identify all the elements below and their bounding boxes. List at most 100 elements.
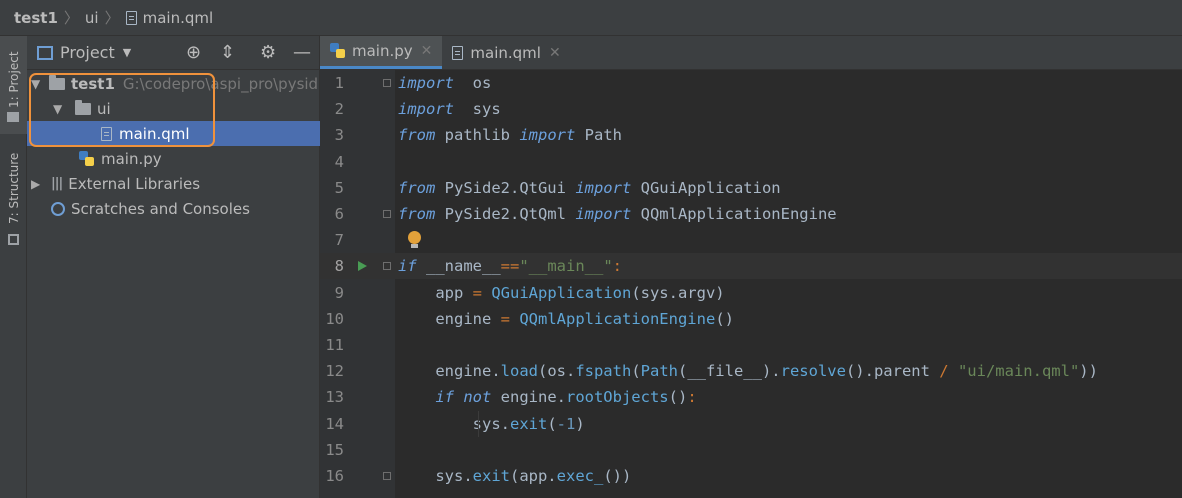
code-token: (__file__). (677, 362, 781, 381)
breadcrumb-folder[interactable]: ui (85, 9, 99, 27)
code-line[interactable]: 15 (320, 437, 1182, 463)
code-area[interactable]: 1 import os 2 import sys 3 from pathlib impor… (320, 70, 1182, 498)
code-line[interactable]: 5 from PySide2.QtGui import QGuiApplicati… (320, 175, 1182, 201)
tab-main-py[interactable]: main.py ✕ (320, 36, 443, 69)
line-number[interactable]: 2 (320, 96, 344, 122)
code-token: Path (640, 362, 678, 381)
code-text: if __name__=="__main__": (398, 253, 622, 279)
code-text: app = QGuiApplication(sys.argv) (398, 280, 724, 306)
line-number[interactable]: 12 (320, 358, 344, 384)
code-line[interactable]: 2 import sys (320, 96, 1182, 122)
python-file-icon (79, 150, 95, 167)
code-line[interactable]: 14 sys.exit(-1) (320, 411, 1182, 437)
code-text: if not engine.rootObjects(): (398, 384, 697, 410)
collapse-all-icon[interactable]: ⇕ (220, 42, 235, 64)
tree-item-external-libraries[interactable]: ▶ ||| External Libraries (27, 171, 324, 196)
python-file-icon (330, 43, 346, 59)
code-line[interactable]: 6 from PySide2.QtQml import QQmlApplicati… (320, 201, 1182, 227)
code-token: pathlib (435, 126, 520, 145)
code-token: () (668, 388, 688, 407)
code-line[interactable]: 3 from pathlib import Path (320, 122, 1182, 148)
chevron-down-icon[interactable]: ▼ (123, 46, 131, 59)
code-text: sys.exit(app.exec_()) (398, 463, 631, 489)
code-token: (app. (509, 467, 557, 485)
code-line[interactable]: 10 engine = QQmlApplicationEngine() (320, 306, 1182, 332)
code-line[interactable]: 13 if not engine.rootObjects(): (320, 384, 1182, 410)
code-line[interactable]: 4 (320, 149, 1182, 175)
breadcrumb-file[interactable]: main.qml (143, 9, 214, 27)
tree-item-label: main.py (101, 149, 162, 168)
line-number[interactable]: 9 (320, 280, 344, 306)
close-icon[interactable]: ✕ (421, 43, 433, 59)
run-icon[interactable] (358, 261, 367, 272)
code-token: : (687, 388, 697, 407)
locate-icon[interactable]: ⊕ (186, 42, 201, 64)
code-token: __name__ (416, 257, 501, 276)
line-number[interactable]: 1 (320, 70, 344, 96)
fold-icon[interactable] (383, 472, 391, 480)
tab-main-qml[interactable]: main.qml ✕ (442, 36, 570, 69)
code-line[interactable]: 12 engine.load(os.fspath(Path(__file__).… (320, 358, 1182, 384)
gear-icon[interactable]: ⚙ (260, 42, 276, 64)
structure-tool-tab[interactable]: 7: Structure (0, 144, 27, 254)
structure-tool-tab-label: 7: Structure (7, 152, 21, 224)
fold-icon[interactable] (383, 79, 391, 87)
code-token: "__main__" (519, 257, 613, 276)
project-panel-title[interactable]: Project (60, 43, 115, 62)
code-token: load (500, 362, 538, 381)
line-number[interactable]: 3 (320, 122, 344, 148)
code-line[interactable]: 11 (320, 332, 1182, 358)
code-token: QGuiApplication (631, 178, 781, 197)
collapse-arrow-icon[interactable]: ▶ (31, 177, 45, 191)
line-number[interactable]: 11 (320, 332, 344, 358)
line-number[interactable]: 4 (320, 149, 344, 175)
breadcrumb-project[interactable]: test1 (14, 9, 58, 27)
code-line[interactable]: 8 if __name__=="__main__": (320, 253, 1182, 280)
code-line[interactable]: 7 (320, 227, 1182, 253)
code-token: from (398, 205, 436, 223)
code-text: import sys (398, 96, 501, 122)
code-token: ( (631, 362, 641, 381)
library-icon: ||| (51, 176, 63, 191)
hide-icon[interactable]: — (293, 42, 311, 64)
code-token: sys (454, 100, 501, 119)
code-token: exit (472, 467, 510, 485)
code-line[interactable]: 9 app = QGuiApplication(sys.argv) (320, 280, 1182, 306)
qml-file-icon (452, 45, 464, 60)
code-editor: main.py ✕ main.qml ✕ 1 import os 2 import s… (320, 36, 1182, 498)
code-line[interactable]: 1 import os (320, 70, 1182, 96)
code-token: engine (398, 309, 501, 328)
code-token: sys. (398, 467, 473, 485)
project-tool-tab[interactable]: 1: Project (0, 36, 27, 134)
line-number[interactable]: 15 (320, 437, 344, 463)
code-token: os (454, 74, 492, 92)
code-token: import (519, 126, 576, 145)
tree-item-scratches[interactable]: Scratches and Consoles (27, 196, 344, 221)
code-token: == (500, 257, 520, 276)
line-number[interactable]: 14 (320, 411, 344, 437)
tool-window-strip: 1: Project 7: Structure (0, 36, 27, 498)
tree-item-label: Scratches and Consoles (71, 199, 250, 218)
lightbulb-icon[interactable] (408, 231, 421, 249)
fold-icon[interactable] (383, 262, 391, 271)
line-number[interactable]: 5 (320, 175, 344, 201)
highlight-annotation (29, 73, 215, 147)
tab-label: main.qml (470, 43, 541, 62)
close-icon[interactable]: ✕ (549, 45, 561, 61)
tab-label: main.py (352, 42, 413, 60)
line-number[interactable]: 7 (320, 227, 344, 253)
code-token: ( (547, 414, 557, 433)
line-number[interactable]: 13 (320, 384, 344, 410)
line-number[interactable]: 6 (320, 201, 344, 227)
code-line[interactable]: 16 sys.exit(app.exec_()) (320, 463, 1182, 489)
fold-icon[interactable] (383, 210, 391, 218)
line-number[interactable]: 16 (320, 463, 344, 489)
code-text: sys.exit(-1) (398, 411, 585, 437)
structure-icon (8, 234, 19, 245)
code-token: exec_ (556, 467, 604, 485)
project-tool-tab-label: 1: Project (7, 51, 21, 108)
editor-tab-bar: main.py ✕ main.qml ✕ (320, 36, 1182, 70)
line-number[interactable]: 10 (320, 306, 344, 332)
code-token: if not (398, 388, 492, 407)
line-number[interactable]: 8 (320, 253, 344, 279)
